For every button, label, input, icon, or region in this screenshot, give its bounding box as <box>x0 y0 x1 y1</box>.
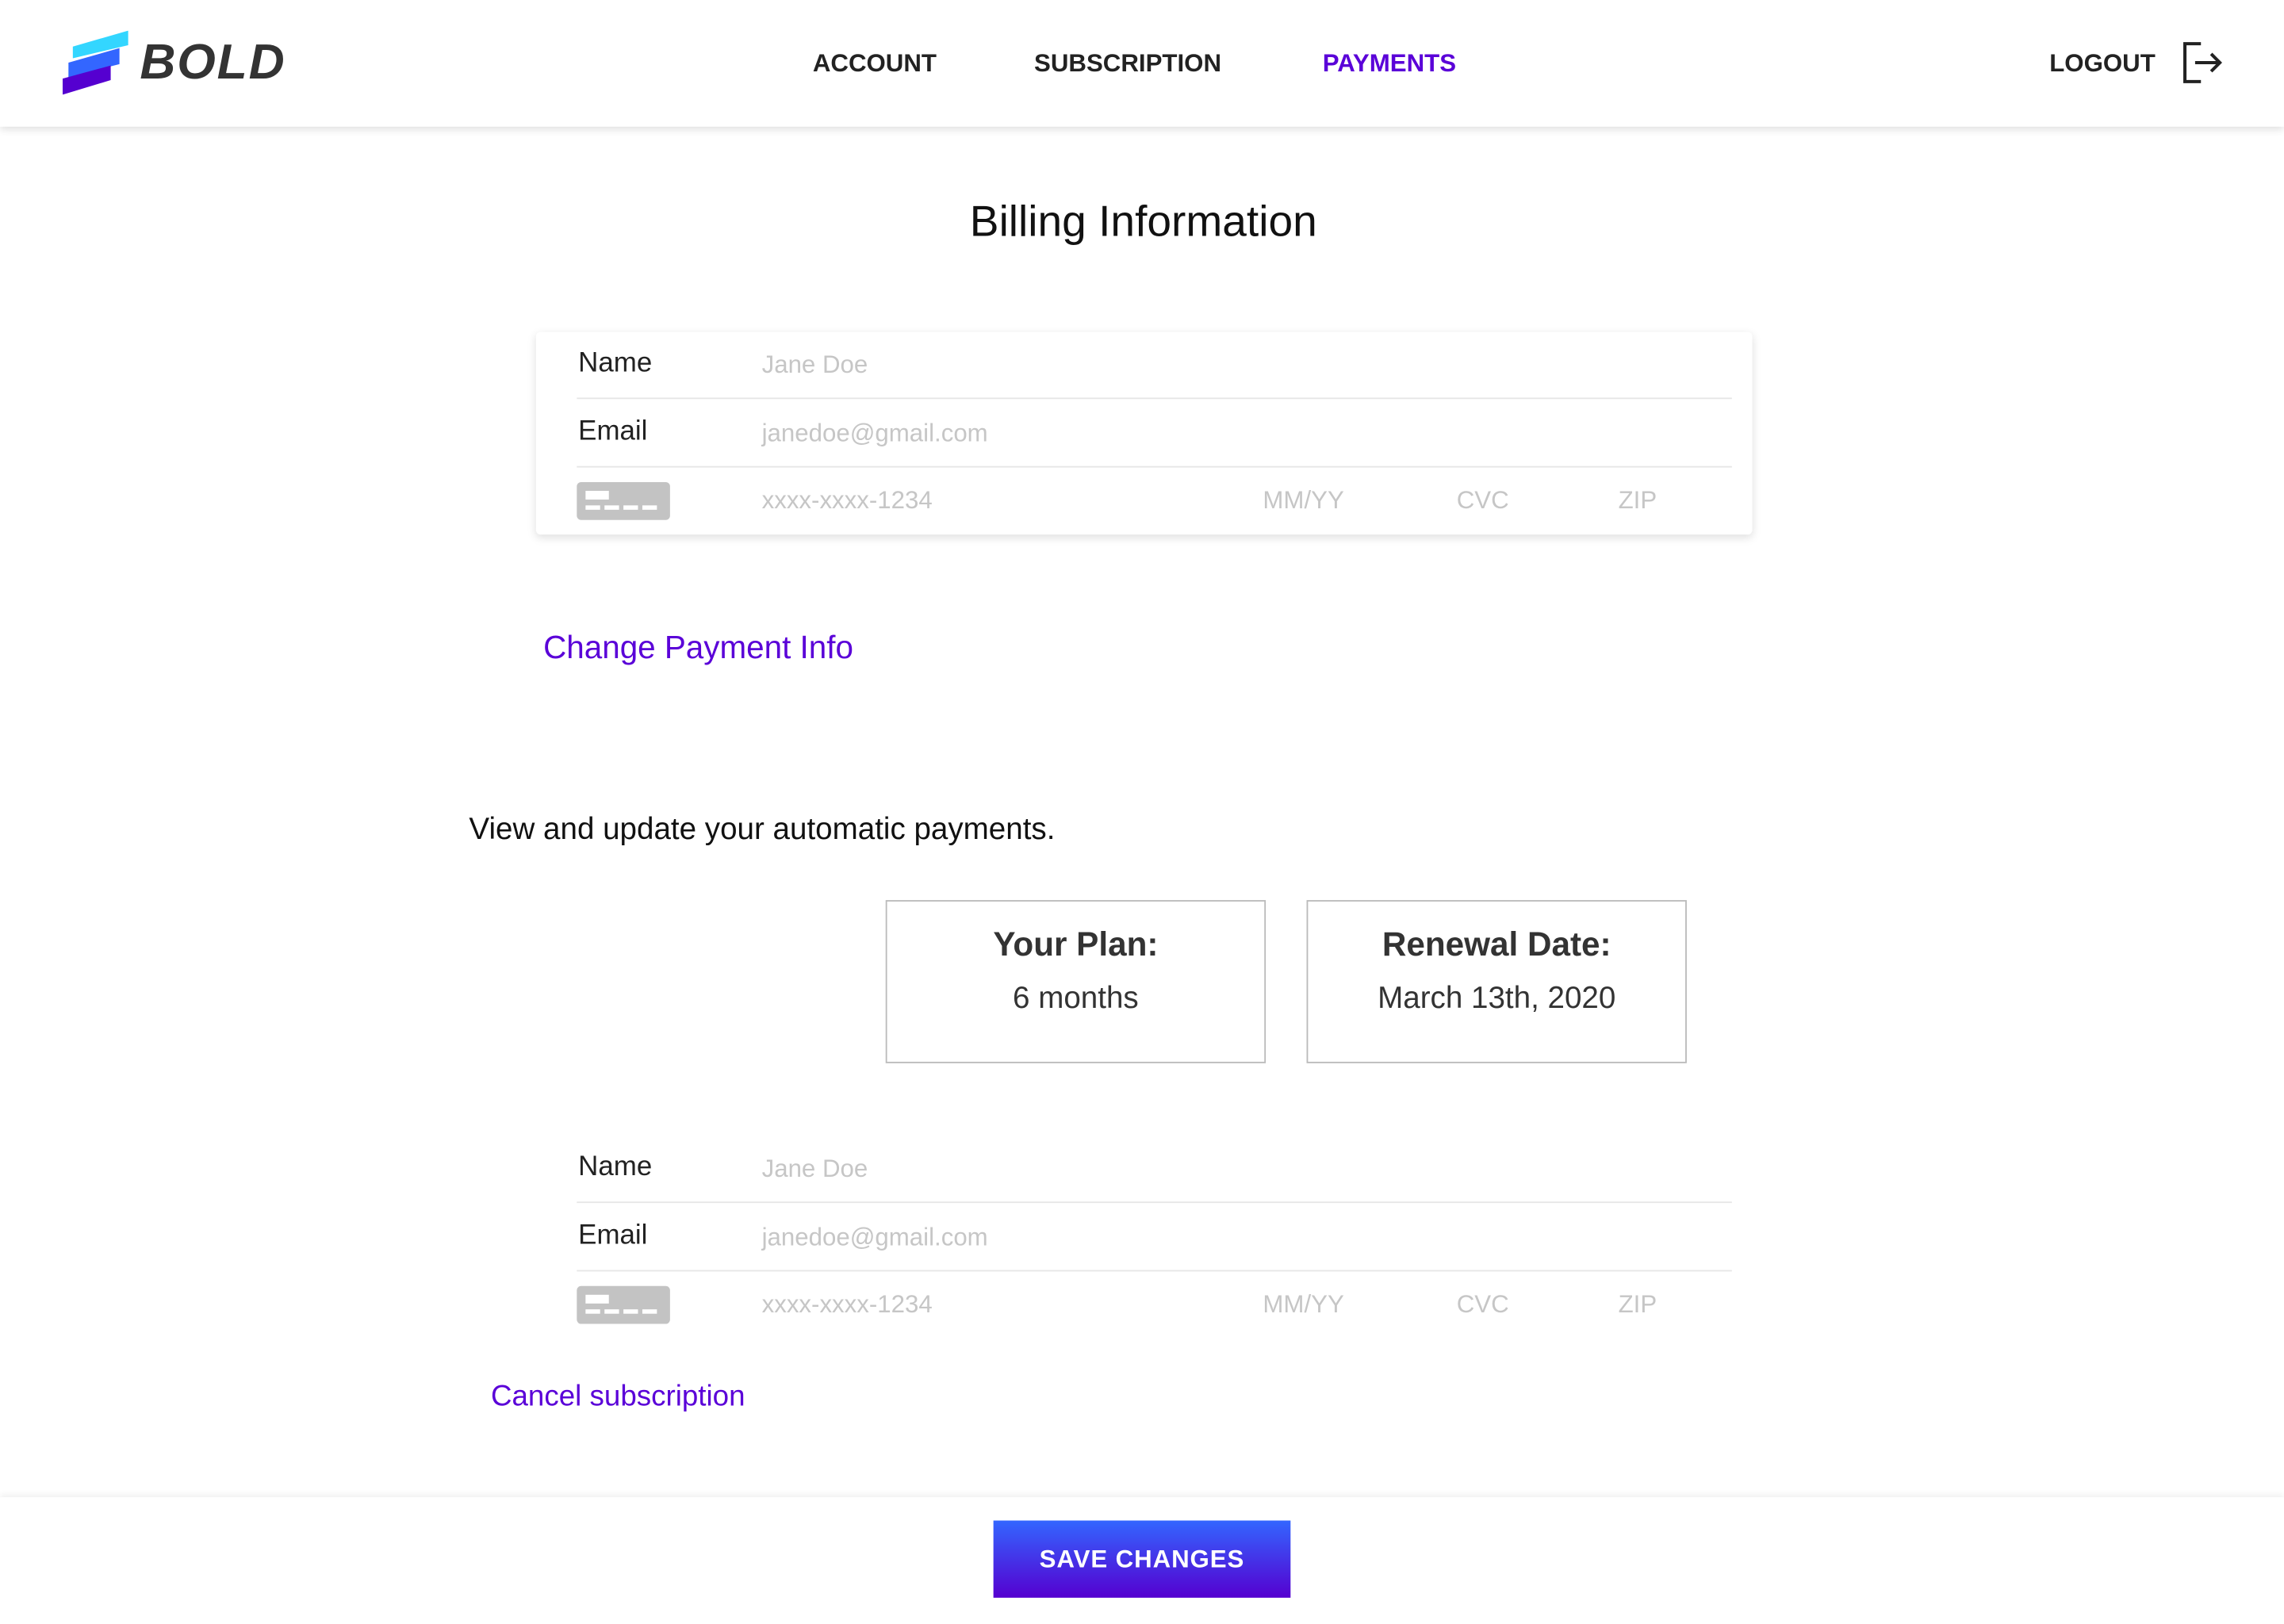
change-payment-link[interactable]: Change Payment Info <box>543 629 853 667</box>
name-label: Name <box>578 347 653 379</box>
card-number-field[interactable]: xxxx-xxxx-1234 <box>762 486 933 515</box>
logout-icon[interactable] <box>2181 40 2225 84</box>
zip-field[interactable]: ZIP <box>1619 486 1657 515</box>
name-label: Name <box>578 1151 653 1183</box>
expiry-field[interactable]: MM/YY <box>1263 1290 1343 1320</box>
top-nav: BOLD ACCOUNT SUBSCRIPTION PAYMENTS LOGOU… <box>0 0 2284 127</box>
zip-field[interactable]: ZIP <box>1619 1290 1657 1320</box>
email-label: Email <box>578 1220 648 1251</box>
cvc-field[interactable]: CVC <box>1457 1290 1509 1320</box>
card-number-field[interactable]: xxxx-xxxx-1234 <box>762 1290 933 1320</box>
plan-title: Your Plan: <box>993 925 1159 963</box>
credit-card-icon <box>577 1285 670 1324</box>
divider <box>577 397 1732 400</box>
divider <box>577 465 1732 468</box>
nav-payments[interactable]: PAYMENTS <box>1323 49 1456 79</box>
divider <box>577 1201 1732 1204</box>
logo-text[interactable]: BOLD <box>140 35 286 92</box>
expiry-field[interactable]: MM/YY <box>1263 486 1343 515</box>
logo-icon <box>62 30 128 95</box>
nav-subscription[interactable]: SUBSCRIPTION <box>1034 49 1221 79</box>
renewal-value: March 13th, 2020 <box>1378 981 1616 1016</box>
name-field[interactable]: Jane Doe <box>762 351 868 381</box>
nav-account[interactable]: ACCOUNT <box>813 49 937 79</box>
plan-value: 6 months <box>1013 981 1139 1016</box>
name-field[interactable]: Jane Doe <box>762 1155 868 1185</box>
credit-card-icon <box>577 481 670 520</box>
save-changes-button[interactable]: SAVE CHANGES <box>993 1520 1291 1598</box>
logout-button[interactable]: LOGOUT <box>2049 49 2156 79</box>
plan-box: Your Plan: 6 months <box>885 900 1267 1063</box>
billing-card <box>535 331 1753 535</box>
auto-payments-text: View and update your automatic payments. <box>469 812 1056 847</box>
cancel-subscription-link[interactable]: Cancel subscription <box>491 1381 745 1414</box>
footer-bar: SAVE CHANGES <box>0 1497 2284 1624</box>
renewal-title: Renewal Date: <box>1382 925 1611 963</box>
renewal-box: Renewal Date: March 13th, 2020 <box>1306 900 1687 1063</box>
email-label: Email <box>578 416 648 447</box>
email-field[interactable]: janedoe@gmail.com <box>762 419 988 449</box>
page-title: Billing Information <box>969 197 1317 247</box>
divider <box>577 1270 1732 1272</box>
email-field[interactable]: janedoe@gmail.com <box>762 1224 988 1253</box>
cvc-field[interactable]: CVC <box>1457 486 1509 515</box>
